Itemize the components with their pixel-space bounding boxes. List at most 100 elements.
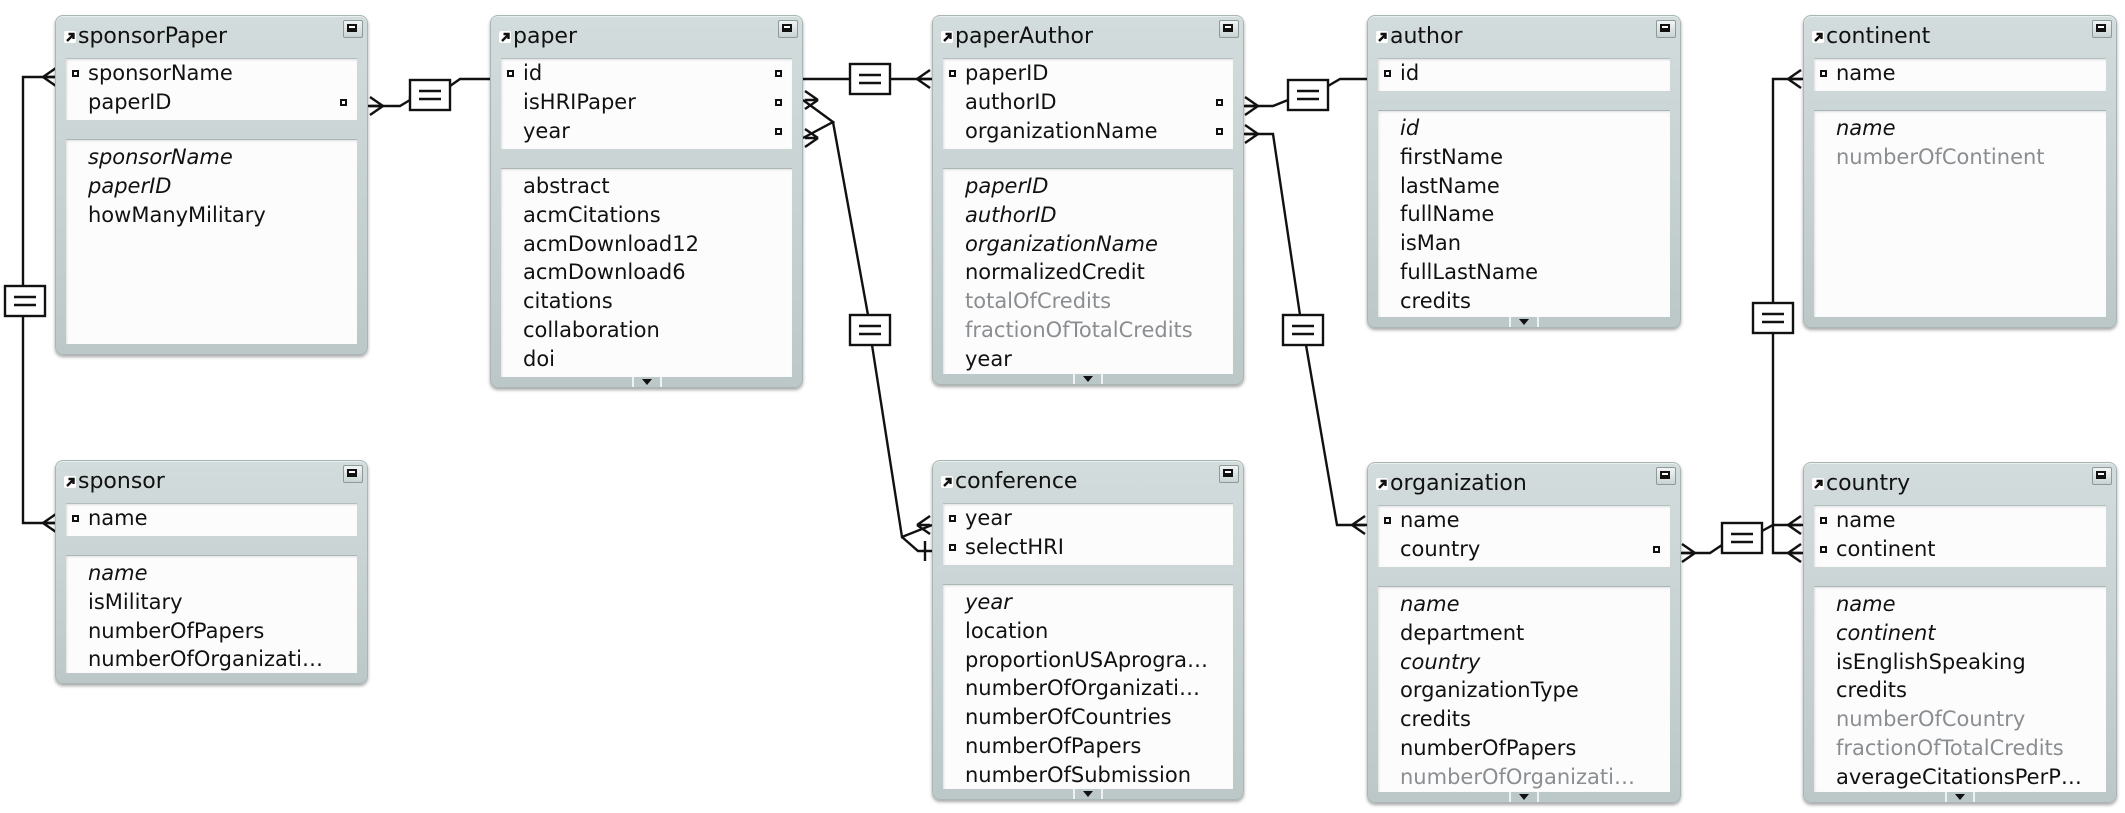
field-fullName[interactable]: fullName: [1378, 200, 1670, 229]
collapse-table-button[interactable]: [1219, 20, 1239, 38]
field-name[interactable]: name: [1378, 590, 1670, 619]
collapse-table-button[interactable]: [1219, 465, 1239, 483]
field-acmDownload6[interactable]: acmDownload6: [501, 258, 792, 287]
field-numberOfSubmission[interactable]: numberOfSubmission: [943, 761, 1233, 789]
equals-operator-icon[interactable]: [848, 62, 892, 96]
goto-table-arrow-icon[interactable]: [941, 31, 953, 43]
field-credits[interactable]: credits: [1378, 287, 1670, 316]
scroll-fields-down-button[interactable]: [1509, 792, 1539, 802]
table-occurrence-paper[interactable]: paper id isHRIPaper year abstract acmCitation…: [490, 15, 803, 388]
field-numberOfCountries[interactable]: numberOfCountries: [943, 703, 1233, 732]
field-isEnglishSpeaking[interactable]: isEnglishSpeaking: [1814, 648, 2106, 677]
field-numberOfPapers[interactable]: numberOfPapers: [1378, 734, 1670, 763]
field-firstName[interactable]: firstName: [1378, 143, 1670, 172]
relationship-line-paper-conference[interactable]: [831, 121, 870, 316]
relationship-line-paperauthor-organization-2[interactable]: [1304, 344, 1367, 527]
field-fractionOfTotalCredits[interactable]: fractionOfTotalCredits: [943, 316, 1233, 345]
key-field-isHRIPaper[interactable]: isHRIPaper: [501, 88, 792, 117]
equals-operator-icon[interactable]: [408, 78, 452, 112]
goto-table-arrow-icon[interactable]: [64, 31, 76, 43]
field-doi[interactable]: doi: [501, 345, 792, 374]
key-field-year[interactable]: year: [501, 117, 792, 146]
goto-table-arrow-icon[interactable]: [941, 476, 953, 488]
field-proportionUSAprogra[interactable]: proportionUSAprogra…: [943, 646, 1233, 675]
field-credits[interactable]: credits: [1378, 705, 1670, 734]
table-occurrence-conference[interactable]: conference year selectHRI year location propo…: [932, 460, 1244, 800]
goto-table-arrow-icon[interactable]: [1376, 478, 1388, 490]
field-citations[interactable]: citations: [501, 287, 792, 316]
table-occurrence-sponsorPaper[interactable]: sponsorPaper sponsorName paperID sponsorNam…: [55, 15, 368, 355]
field-id[interactable]: id: [1378, 114, 1670, 143]
key-field-selectHRI[interactable]: selectHRI: [943, 533, 1233, 562]
goto-table-arrow-icon[interactable]: [499, 31, 511, 43]
field-department[interactable]: department: [1378, 619, 1670, 648]
collapse-table-button[interactable]: [1656, 20, 1676, 38]
collapse-table-button[interactable]: [778, 20, 798, 38]
collapse-table-button[interactable]: [1656, 467, 1676, 485]
relationship-line-sponsorpaper-paper-2[interactable]: [449, 77, 490, 87]
field-acmDownload12[interactable]: acmDownload12: [501, 230, 792, 259]
field-numberOfPapers[interactable]: numberOfPapers: [943, 732, 1233, 761]
key-field-sponsorName[interactable]: sponsorName: [66, 59, 357, 88]
scroll-fields-down-button[interactable]: [1073, 789, 1103, 799]
field-isMilitary[interactable]: isMilitary: [66, 588, 357, 617]
relationship-line-paper-conference-2[interactable]: [870, 344, 933, 539]
key-field-id[interactable]: id: [1378, 59, 1670, 88]
field-organizationName[interactable]: organizationName: [943, 230, 1233, 259]
field-acmCitations[interactable]: acmCitations: [501, 201, 792, 230]
field-numberOfOrganizati[interactable]: numberOfOrganizati…: [66, 645, 357, 673]
field-paperID[interactable]: paperID: [66, 172, 357, 201]
goto-table-arrow-icon[interactable]: [1812, 31, 1824, 43]
key-field-organizationName[interactable]: organizationName: [943, 117, 1233, 146]
field-name[interactable]: name: [1814, 590, 2106, 619]
scroll-fields-down-button[interactable]: [631, 377, 662, 387]
field-numberOfOrganizati[interactable]: numberOfOrganizati…: [1378, 763, 1670, 792]
field-numberOfPapers[interactable]: numberOfPapers: [66, 617, 357, 646]
scroll-fields-down-button[interactable]: [1073, 374, 1103, 384]
equals-operator-icon[interactable]: [1751, 301, 1795, 335]
field-name[interactable]: name: [1814, 114, 2106, 143]
collapse-table-button[interactable]: [343, 465, 363, 483]
table-occurrence-author[interactable]: author id id firstName lastName fullName isMan…: [1367, 15, 1681, 328]
key-field-name[interactable]: name: [1814, 59, 2106, 88]
goto-table-arrow-icon[interactable]: [1812, 478, 1824, 490]
goto-table-arrow-icon[interactable]: [1376, 31, 1388, 43]
equals-operator-icon[interactable]: [848, 313, 892, 347]
relationship-line-paperauthor-author-2[interactable]: [1327, 77, 1367, 88]
table-occurrence-paperAuthor[interactable]: paperAuthor paperID authorID organizationNa…: [932, 15, 1244, 385]
equals-operator-icon[interactable]: [1720, 521, 1764, 555]
equals-operator-icon[interactable]: [3, 284, 47, 318]
field-continent[interactable]: continent: [1814, 619, 2106, 648]
field-organizationType[interactable]: organizationType: [1378, 676, 1670, 705]
field-fullLastName[interactable]: fullLastName: [1378, 258, 1670, 287]
field-fractionOfTotalCredits[interactable]: fractionOfTotalCredits: [1814, 734, 2106, 763]
field-normalizedCredit[interactable]: normalizedCredit: [943, 258, 1233, 287]
collapse-table-button[interactable]: [2092, 467, 2112, 485]
key-field-name[interactable]: name: [1814, 506, 2106, 535]
key-field-continent[interactable]: continent: [1814, 535, 2106, 564]
field-numberOfContinent[interactable]: numberOfContinent: [1814, 143, 2106, 172]
field-credits[interactable]: credits: [1814, 676, 2106, 705]
field-lastName[interactable]: lastName: [1378, 172, 1670, 201]
field-authorID[interactable]: authorID: [943, 201, 1233, 230]
field-year[interactable]: year: [943, 588, 1233, 617]
table-occurrence-country[interactable]: country name continent name continent isEngli…: [1803, 462, 2117, 803]
key-field-name[interactable]: name: [1378, 506, 1670, 535]
equals-operator-icon[interactable]: [1281, 313, 1325, 347]
field-location[interactable]: location: [943, 617, 1233, 646]
key-field-paperID[interactable]: paperID: [66, 88, 357, 117]
key-field-authorID[interactable]: authorID: [943, 88, 1233, 117]
field-paperID[interactable]: paperID: [943, 172, 1233, 201]
field-isMan[interactable]: isMan: [1378, 229, 1670, 258]
field-name[interactable]: name: [66, 559, 357, 588]
key-field-year[interactable]: year: [943, 504, 1233, 533]
goto-table-arrow-icon[interactable]: [64, 476, 76, 488]
field-howManyMilitary[interactable]: howManyMilitary: [66, 201, 357, 230]
field-sponsorName[interactable]: sponsorName: [66, 143, 357, 172]
table-occurrence-organization[interactable]: organization name country name department cou…: [1367, 462, 1681, 803]
collapse-table-button[interactable]: [2092, 20, 2112, 38]
scroll-fields-down-button[interactable]: [1945, 792, 1975, 802]
relationship-line-country-continent[interactable]: [1771, 77, 1803, 303]
scroll-fields-down-button[interactable]: [1509, 317, 1539, 327]
field-averageCitationsPerP[interactable]: averageCitationsPerP…: [1814, 763, 2106, 792]
